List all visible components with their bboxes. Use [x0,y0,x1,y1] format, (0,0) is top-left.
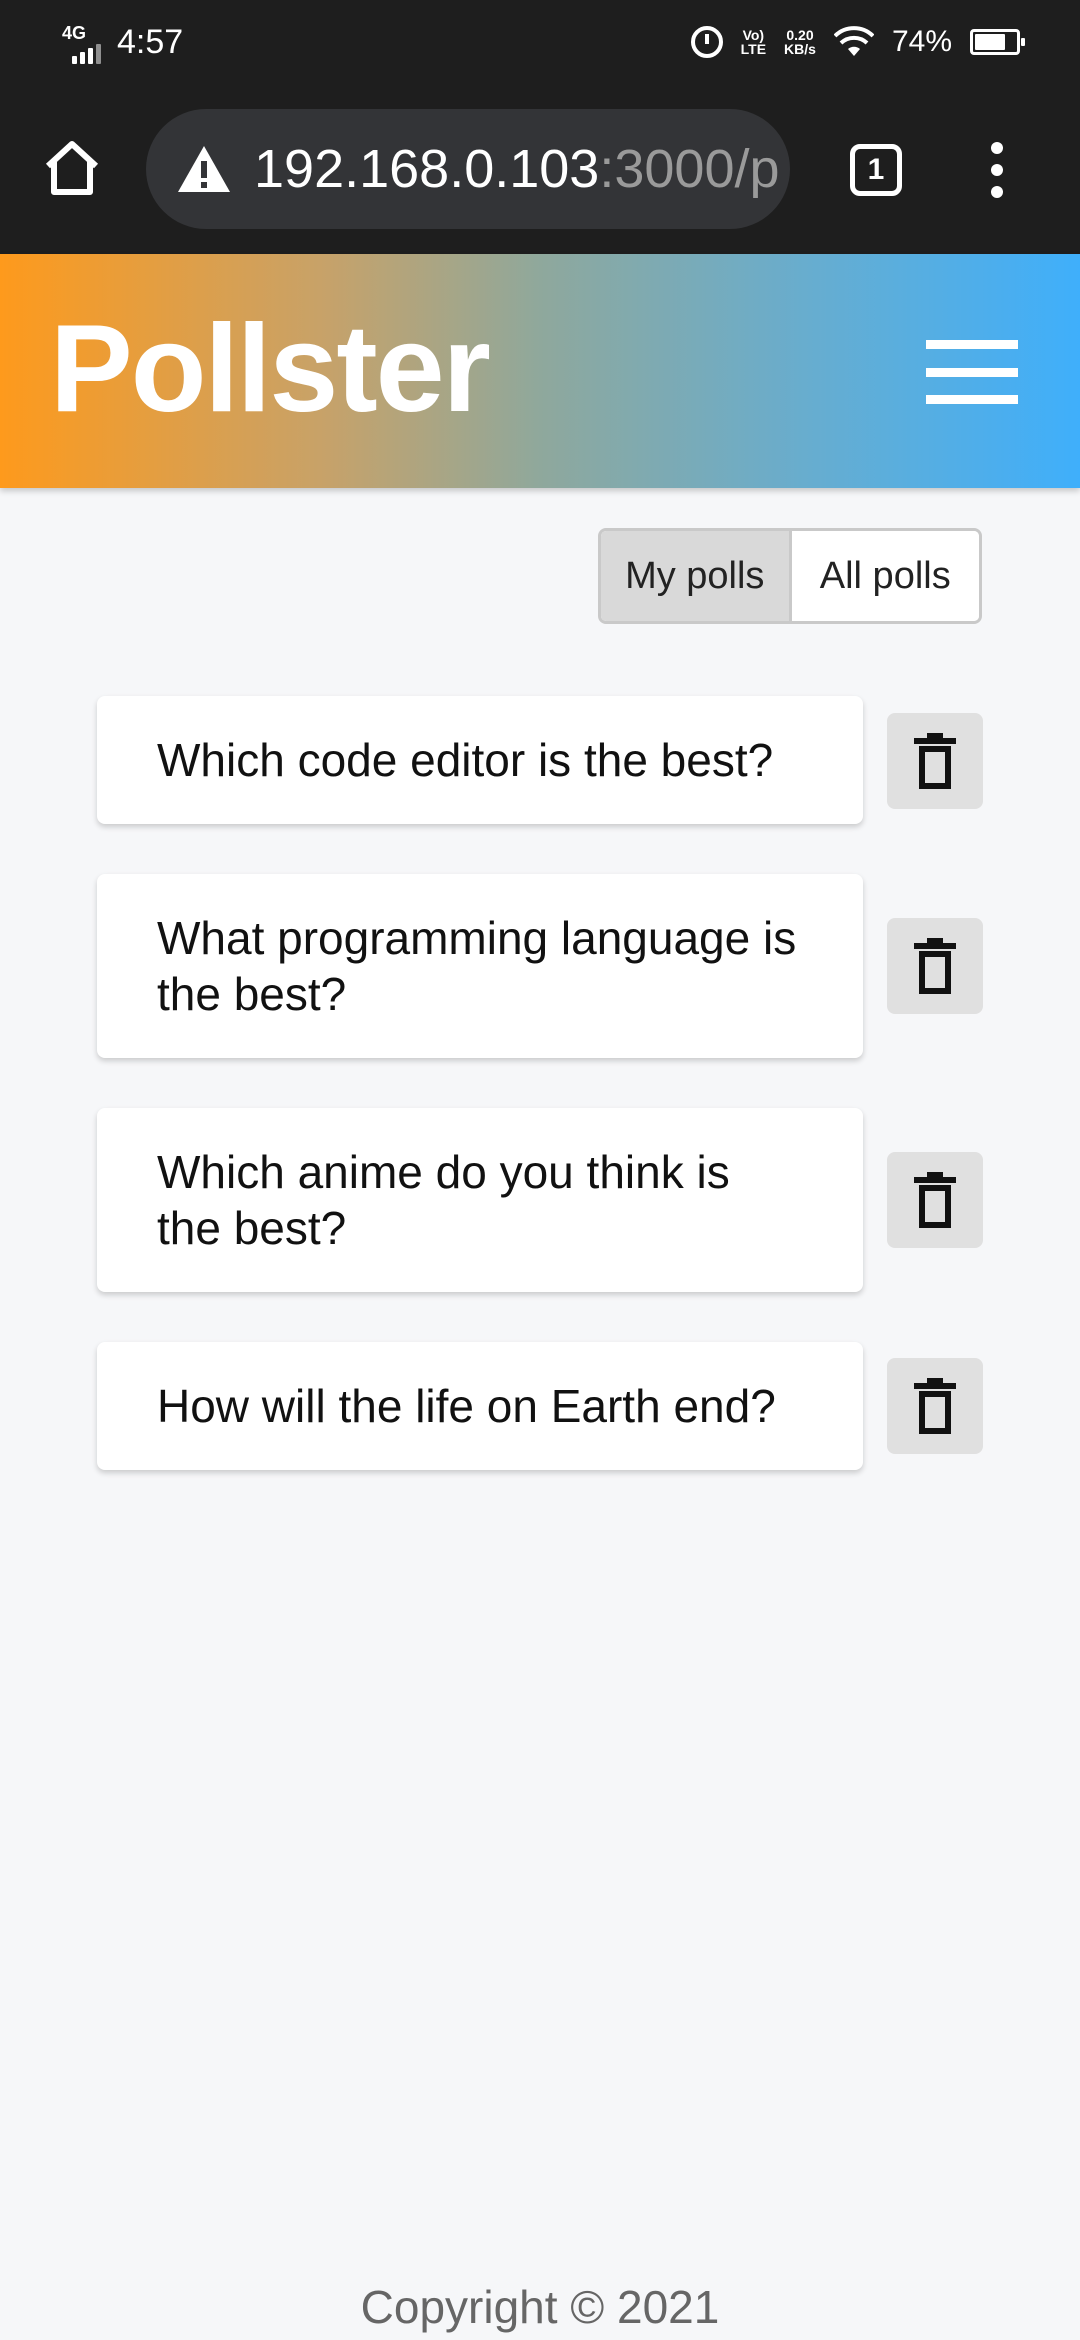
warning-icon[interactable] [176,144,232,194]
app-title[interactable]: Pollster [50,294,491,444]
url-path: :3000/p [599,139,780,199]
trash-icon [914,938,956,994]
volte-bottom: LTE [740,41,767,57]
trash-icon [914,1172,956,1228]
browser-toolbar: 192.168.0.103:3000/p 1 [0,84,1080,254]
poll-card[interactable]: Which anime do you think is the best? [97,1108,863,1292]
status-right: Vo) LTE 0.20 KB/s 74% [690,20,1025,64]
battery-fill [975,34,1005,50]
poll-card[interactable]: What programming language is the best? [97,874,863,1058]
speed-value: 0.20 [786,27,814,43]
delete-button[interactable] [887,713,983,809]
trash-icon [914,733,956,789]
battery-icon [970,29,1025,55]
alarm-icon [690,26,723,58]
url-host: 192.168.0.103 [254,139,600,199]
all-polls-button[interactable]: All polls [791,531,979,621]
address-bar[interactable]: 192.168.0.103:3000/p [146,109,790,229]
url-text[interactable]: 192.168.0.103:3000/p [254,138,780,200]
status-bar: 4G 4:57 Vo) LTE 0.20 KB/s 74% [0,0,1080,84]
poll-filter-toggle: My polls All polls [598,528,982,624]
poll-card[interactable]: Which code editor is the best? [97,696,863,824]
hamburger-icon[interactable] [926,340,1018,404]
delete-button[interactable] [887,1152,983,1248]
footer-copyright: Copyright © 2021 [360,2281,720,2333]
home-icon[interactable] [40,136,104,200]
volte-icon: Vo) LTE [741,28,766,56]
more-vert-icon[interactable] [985,142,1009,198]
tab-count: 1 [867,153,885,186]
status-left: 4G 4:57 [62,20,183,64]
clock: 4:57 [117,23,184,61]
signal-icon [72,42,102,64]
network-speed: 0.20 KB/s [784,28,816,56]
my-polls-button[interactable]: My polls [601,531,792,621]
poll-card[interactable]: How will the life on Earth end? [97,1342,863,1470]
trash-icon [914,1378,956,1434]
speed-unit: KB/s [784,41,816,57]
delete-button[interactable] [887,918,983,1014]
tabs-button[interactable]: 1 [850,144,902,196]
volte-top: Vo) [742,27,765,43]
wifi-icon [833,26,874,56]
delete-button[interactable] [887,1358,983,1454]
battery-percent: 74% [891,25,952,58]
app-header: Pollster [0,254,1080,488]
network-type: 4G [62,23,87,43]
